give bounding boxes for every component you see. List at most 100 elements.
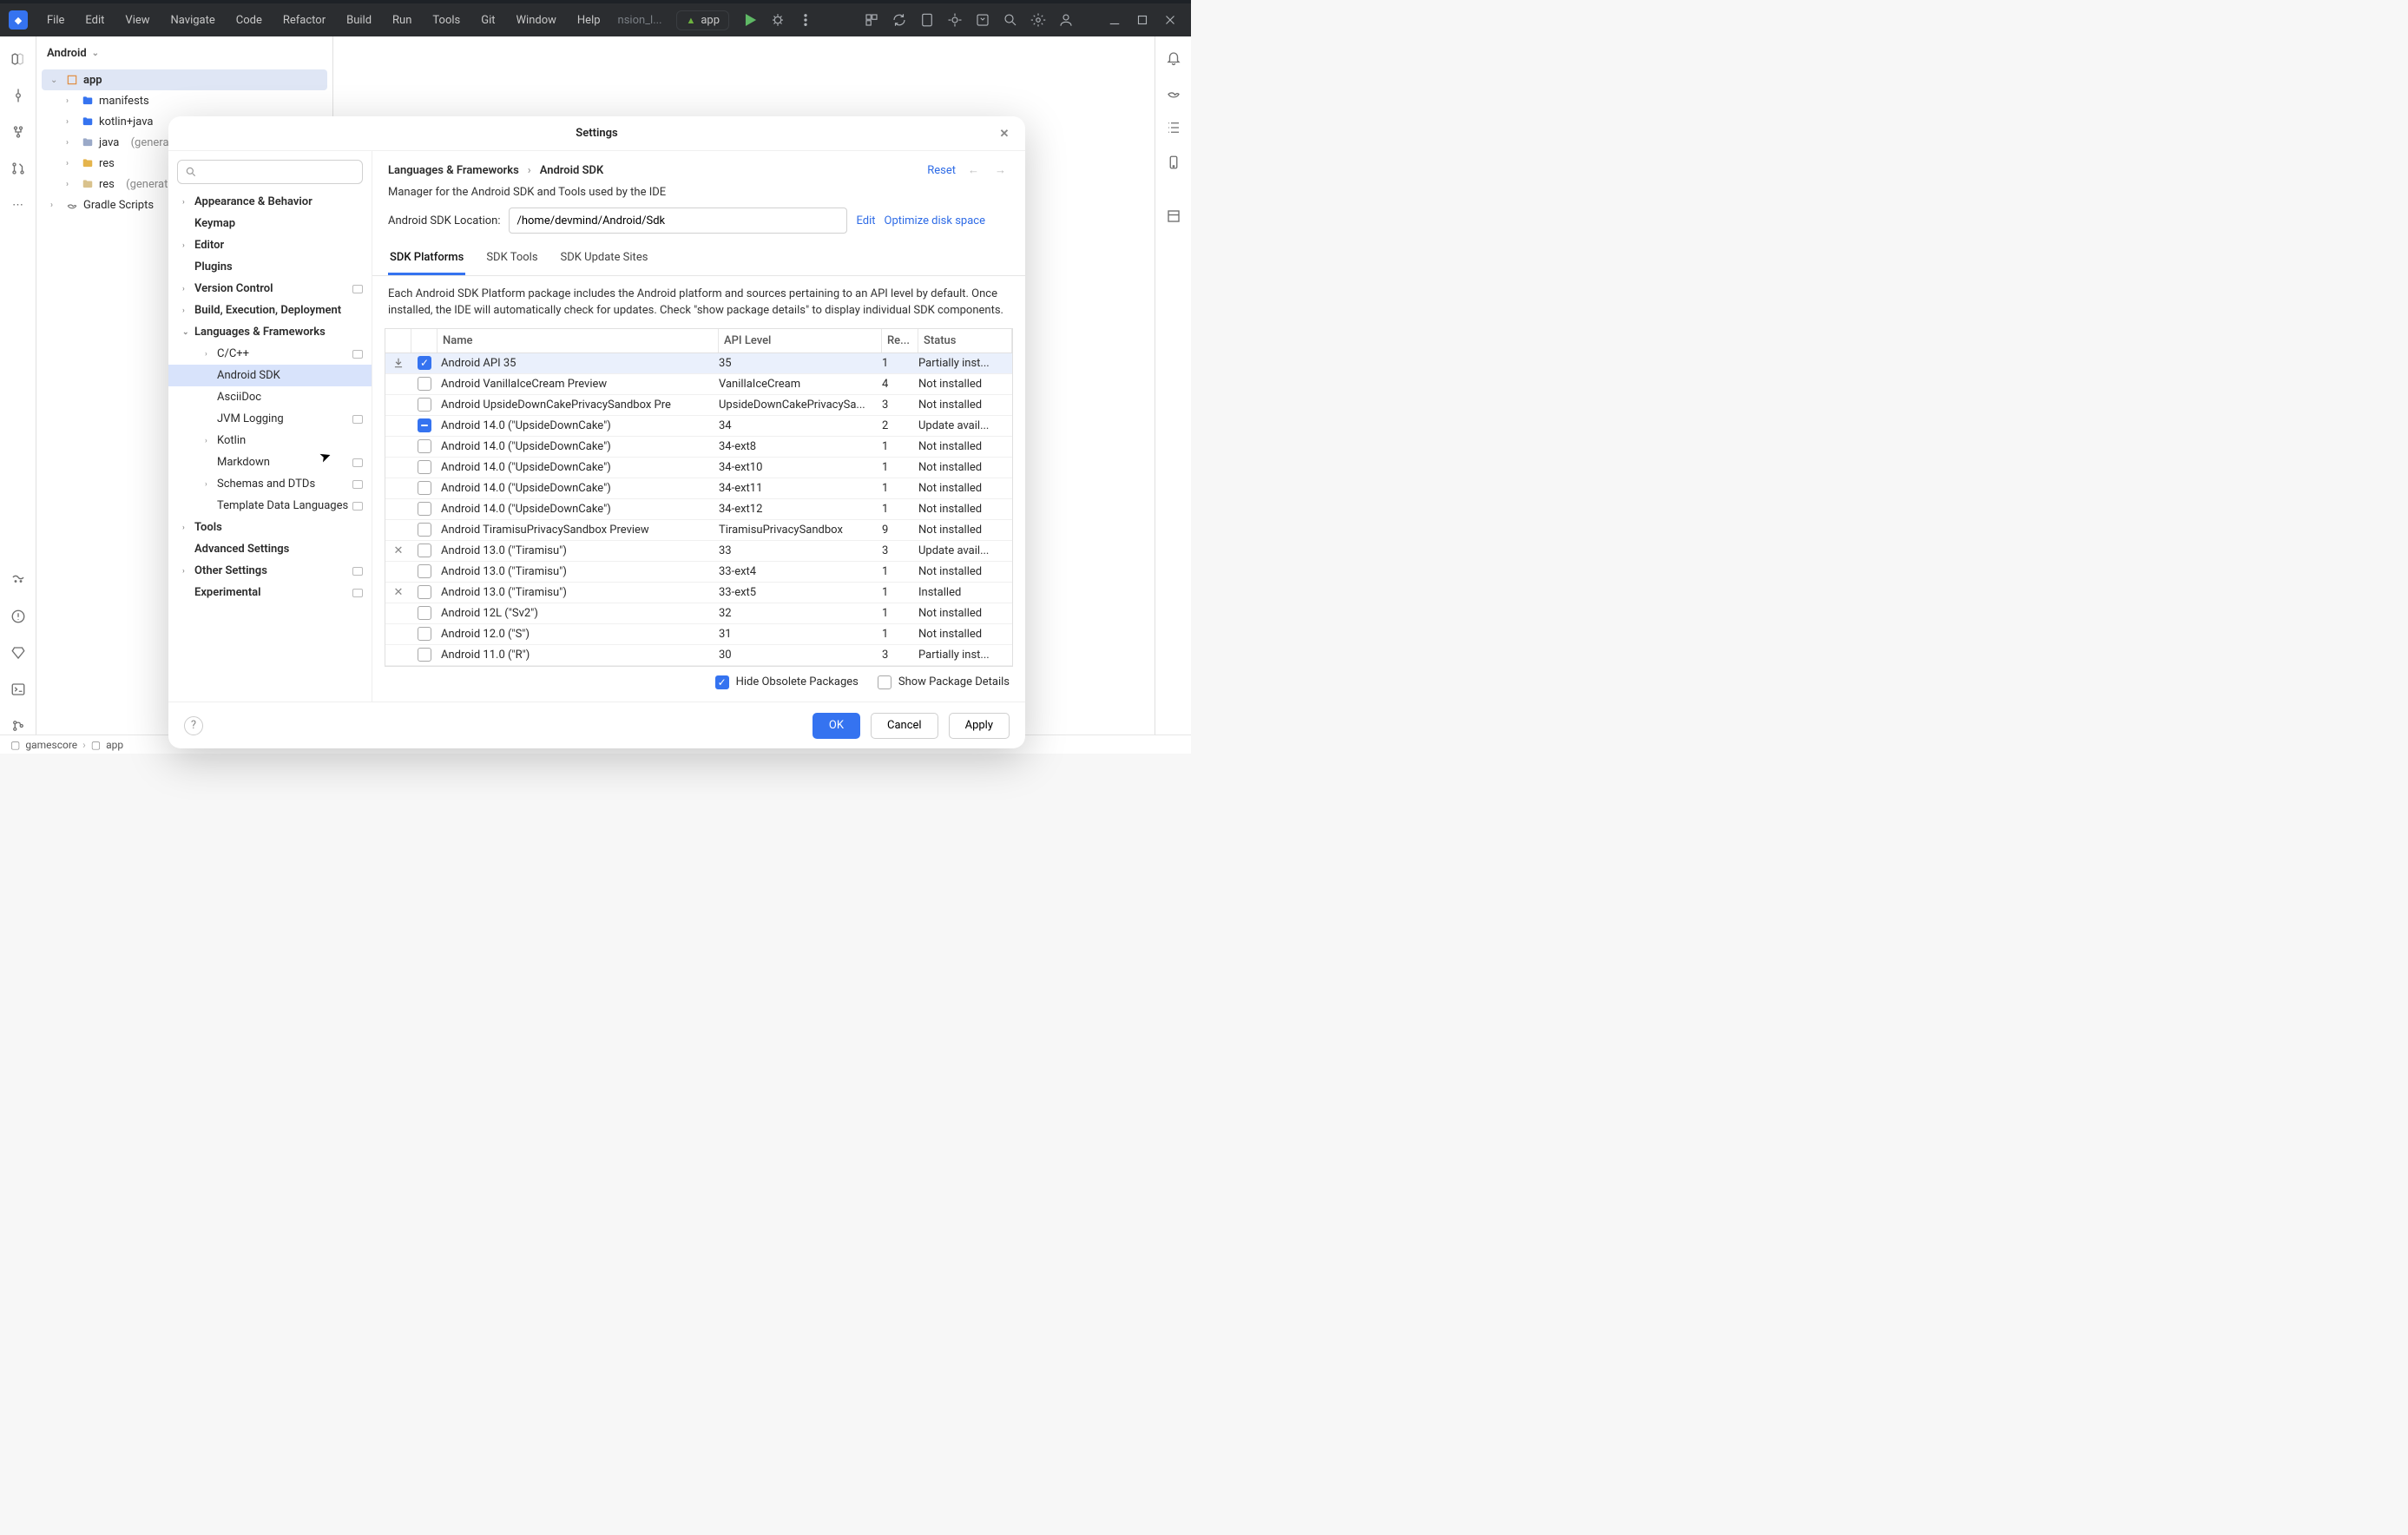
table-row[interactable]: Android 12L ("Sv2")321Not installed	[385, 603, 1012, 624]
hide-obsolete-checkbox[interactable]: Hide Obsolete Packages	[715, 675, 859, 689]
account-icon[interactable]	[1054, 12, 1078, 28]
more-button[interactable]	[793, 12, 818, 28]
settings-tree-item[interactable]: ›Build, Execution, Deployment	[168, 300, 372, 321]
profiler-icon[interactable]	[943, 12, 967, 28]
search-icon[interactable]	[998, 12, 1023, 28]
gradle-icon[interactable]	[1166, 85, 1181, 101]
row-checkbox[interactable]	[411, 523, 438, 537]
app-inspection-icon[interactable]	[970, 12, 995, 28]
close-window-icon[interactable]	[1158, 12, 1182, 28]
col-status[interactable]: Status	[918, 329, 1012, 352]
recent-file-label[interactable]: nsion_l...	[613, 10, 668, 30]
tree-node-manifests[interactable]: ›manifests	[42, 90, 327, 111]
edit-link[interactable]: Edit	[856, 214, 875, 227]
table-row[interactable]: Android 13.0 ("Tiramisu")33-ext41Not ins…	[385, 562, 1012, 583]
menu-window[interactable]: Window	[508, 10, 565, 30]
ruby-icon[interactable]	[10, 644, 27, 662]
settings-tree-item[interactable]: ›Appearance & Behavior	[168, 191, 372, 213]
tree-node-app[interactable]: ⌄ app	[42, 69, 327, 90]
col-name[interactable]: Name	[438, 329, 719, 352]
layout-icon[interactable]	[1166, 208, 1181, 224]
vcs-icon[interactable]	[10, 717, 27, 735]
ok-button[interactable]: OK	[813, 713, 860, 739]
apply-button[interactable]: Apply	[949, 713, 1010, 739]
row-checkbox[interactable]	[411, 502, 438, 516]
menu-view[interactable]: View	[116, 10, 158, 30]
project-view-selector[interactable]: Android ⌄	[36, 36, 332, 69]
breadcrumb-root[interactable]: gamescore	[25, 739, 77, 751]
debug-button[interactable]	[766, 12, 790, 28]
settings-tree-item[interactable]: Template Data Languages	[168, 495, 372, 517]
sdk-location-input[interactable]	[509, 208, 847, 234]
menu-edit[interactable]: Edit	[76, 10, 113, 30]
menu-run[interactable]: Run	[384, 10, 420, 30]
tab-sdk-tools[interactable]: SDK Tools	[484, 244, 539, 275]
settings-search-input[interactable]	[177, 160, 363, 184]
nav-forward-icon[interactable]: →	[991, 163, 1010, 177]
col-api-level[interactable]: API Level	[719, 329, 882, 352]
row-checkbox[interactable]	[411, 585, 438, 599]
col-revision[interactable]: Re...	[882, 329, 918, 352]
table-row[interactable]: Android API 35351Partially inst...	[385, 353, 1012, 374]
structure-tool-icon[interactable]	[10, 123, 27, 141]
logcat-icon[interactable]	[10, 571, 27, 589]
table-row[interactable]: Android TiramisuPrivacySandbox PreviewTi…	[385, 520, 1012, 541]
settings-tree-item[interactable]: Advanced Settings	[168, 538, 372, 560]
maximize-icon[interactable]	[1130, 12, 1155, 28]
settings-tree-item[interactable]: Plugins	[168, 256, 372, 278]
row-checkbox[interactable]	[411, 544, 438, 557]
settings-tree-item[interactable]: ›Kotlin	[168, 430, 372, 451]
table-row[interactable]: Android 12.0 ("S")311Not installed	[385, 624, 1012, 645]
table-row[interactable]: Android 14.0 ("UpsideDownCake")34-ext81N…	[385, 437, 1012, 458]
show-details-checkbox[interactable]: Show Package Details	[878, 675, 1010, 689]
settings-tree-item[interactable]: AsciiDoc	[168, 386, 372, 408]
table-row[interactable]: Android 14.0 ("UpsideDownCake")34-ext121…	[385, 499, 1012, 520]
menu-build[interactable]: Build	[338, 10, 380, 30]
row-checkbox[interactable]	[411, 460, 438, 474]
project-tool-icon[interactable]	[10, 50, 27, 68]
menu-tools[interactable]: Tools	[424, 10, 469, 30]
reset-link[interactable]: Reset	[927, 164, 956, 177]
device-manager-icon[interactable]	[915, 12, 939, 28]
settings-tree-item[interactable]: Keymap	[168, 213, 372, 234]
settings-tree-item[interactable]: JVM Logging	[168, 408, 372, 430]
settings-tree-item[interactable]: ⌄Languages & Frameworks	[168, 321, 372, 343]
row-checkbox[interactable]	[411, 398, 438, 412]
row-checkbox[interactable]	[411, 481, 438, 495]
row-checkbox[interactable]	[411, 627, 438, 641]
settings-tree-item[interactable]: ›Other Settings	[168, 560, 372, 582]
settings-tree-item[interactable]: Experimental	[168, 582, 372, 603]
breadcrumb-leaf[interactable]: app	[106, 739, 123, 751]
settings-tree-item[interactable]: ›Schemas and DTDs	[168, 473, 372, 495]
menu-navigate[interactable]: Navigate	[162, 10, 224, 30]
optimize-link[interactable]: Optimize disk space	[885, 214, 985, 227]
settings-tree-item[interactable]: ›C/C++	[168, 343, 372, 365]
device-icon[interactable]	[1166, 155, 1181, 170]
tab-sdk-platforms[interactable]: SDK Platforms	[388, 244, 465, 275]
minimize-icon[interactable]	[1102, 12, 1127, 28]
settings-tree-item[interactable]: Android SDK	[168, 365, 372, 386]
breadcrumb-group[interactable]: Languages & Frameworks	[388, 164, 519, 177]
settings-tree-item[interactable]: ›Editor	[168, 234, 372, 256]
sync-icon[interactable]	[887, 12, 911, 28]
settings-tree-item[interactable]: ›Version Control	[168, 278, 372, 300]
settings-tree-item[interactable]: Markdown	[168, 451, 372, 473]
menu-git[interactable]: Git	[472, 10, 503, 30]
row-checkbox[interactable]	[411, 377, 438, 391]
build-icon[interactable]	[859, 12, 884, 28]
commit-tool-icon[interactable]	[10, 87, 27, 104]
table-row[interactable]: ✕Android 13.0 ("Tiramisu")33-ext51Instal…	[385, 583, 1012, 603]
menu-file[interactable]: File	[38, 10, 73, 30]
row-checkbox[interactable]	[411, 606, 438, 620]
cancel-button[interactable]: Cancel	[871, 713, 938, 739]
row-checkbox[interactable]	[411, 439, 438, 453]
table-row[interactable]: Android 11.0 ("R")303Partially inst...	[385, 645, 1012, 666]
table-row[interactable]: ✕Android 13.0 ("Tiramisu")333Update avai…	[385, 541, 1012, 562]
row-checkbox[interactable]	[411, 356, 438, 370]
run-config-selector[interactable]: ▲app	[676, 10, 729, 30]
tab-sdk-update-sites[interactable]: SDK Update Sites	[559, 244, 650, 275]
settings-icon[interactable]	[1026, 12, 1050, 28]
outline-icon[interactable]	[1166, 120, 1181, 135]
row-checkbox[interactable]	[411, 564, 438, 578]
help-button[interactable]: ?	[184, 716, 203, 735]
